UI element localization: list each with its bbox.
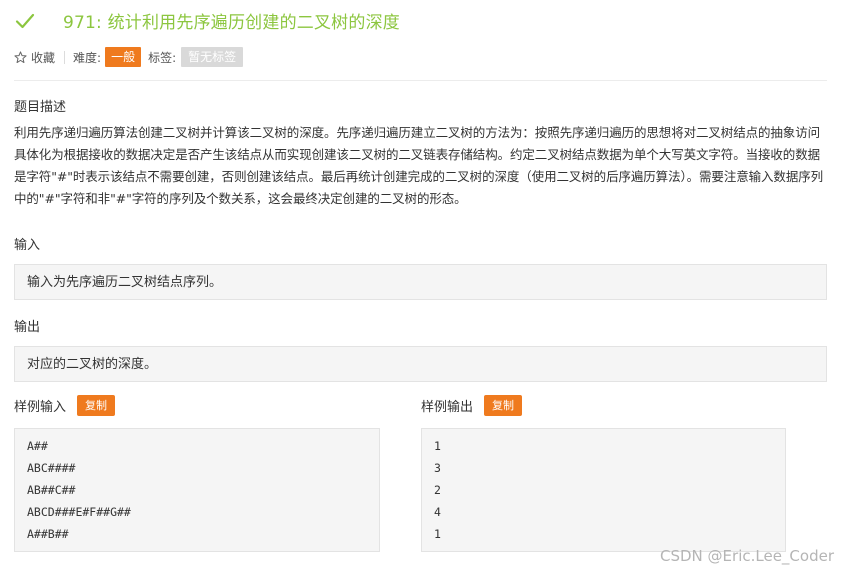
output-text: 对应的二叉树的深度。 (27, 357, 158, 372)
difficulty-badge: 一般 (105, 47, 142, 67)
sample-output-line: 1 (434, 527, 441, 541)
sample-input-line: AB##C## (27, 483, 76, 497)
sample-output-box: 1 3 2 4 1 (421, 428, 786, 552)
output-heading: 输出 (14, 320, 41, 335)
favorite-button[interactable]: 收藏 (31, 49, 55, 66)
sample-input-line: A##B## (27, 527, 69, 541)
sample-input-line: ABC#### (27, 461, 76, 475)
check-icon (15, 13, 35, 28)
sample-output-line: 3 (434, 461, 441, 475)
output-box: 对应的二叉树的深度。 (14, 346, 827, 382)
meta-divider (64, 50, 66, 64)
watermark: CSDN @Eric.Lee_Coder (660, 547, 834, 565)
sample-input-line: A## (27, 439, 48, 453)
header-divider (14, 80, 827, 81)
tags-badge: 暂无标签 (181, 47, 244, 67)
sample-output-line: 4 (434, 505, 441, 519)
sample-input-heading: 样例输入 (14, 400, 67, 415)
sample-output-line: 2 (434, 483, 441, 497)
problem-title: 971: 统计利用先序遍历创建的二叉树的深度 (63, 13, 400, 33)
description-heading: 题目描述 (14, 100, 67, 115)
copy-sample-input-button[interactable]: 复制 (77, 395, 116, 416)
sample-input-header: 样例输入 复制 (14, 395, 116, 416)
star-icon[interactable] (14, 50, 27, 64)
difficulty-label: 难度: (73, 50, 102, 65)
input-box: 输入为先序遍历二叉树结点序列。 (14, 264, 827, 300)
tags-label: 标签: (148, 50, 177, 65)
problem-header: 971: 统计利用先序遍历创建的二叉树的深度 (14, 8, 400, 33)
sample-output-header: 样例输出 复制 (421, 395, 523, 416)
input-text: 输入为先序遍历二叉树结点序列。 (27, 275, 223, 290)
sample-output-heading: 样例输出 (421, 400, 474, 415)
description-text: 利用先序递归遍历算法创建二叉树并计算该二叉树的深度。先序递归遍历建立二叉树的方法… (14, 125, 824, 206)
problem-meta: 收藏 难度: 一般 标签: 暂无标签 (14, 46, 244, 68)
copy-sample-output-button[interactable]: 复制 (484, 395, 523, 416)
input-heading: 输入 (14, 238, 41, 253)
sample-input-box: A## ABC#### AB##C## ABCD###E#F##G## A##B… (14, 428, 380, 552)
sample-input-line: ABCD###E#F##G## (27, 505, 131, 519)
sample-output-line: 1 (434, 439, 441, 453)
